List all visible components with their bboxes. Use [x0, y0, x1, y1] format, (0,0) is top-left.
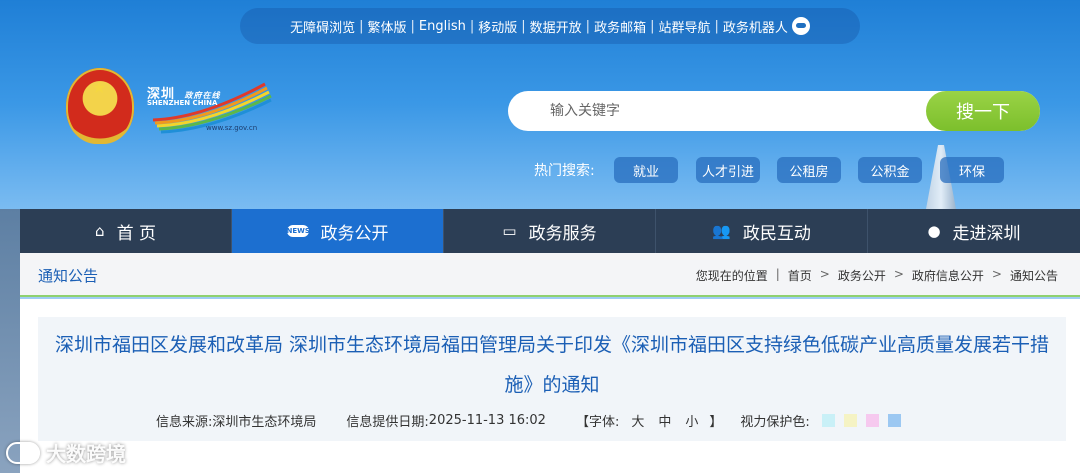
main-nav: ⌂ 首 页 NEWS 政务公开 ▭ 政务服务 👥 政民互动 ● 走进深圳: [20, 209, 1080, 253]
topbar-link-traditional[interactable]: 繁体版: [368, 17, 407, 36]
divider: |: [359, 18, 364, 34]
nav-item-about-shenzhen[interactable]: ● 走进深圳: [868, 209, 1080, 253]
users-icon: 👥: [712, 221, 731, 240]
divider: |: [650, 18, 655, 34]
breadcrumb-separator: >: [819, 267, 830, 281]
breadcrumb: 您现在的位置 | 首页 > 政务公开 > 政府信息公开 > 通知公告: [696, 267, 1058, 284]
nav-item-interaction[interactable]: 👥 政民互动: [656, 209, 868, 253]
breadcrumb-separator: >: [893, 267, 904, 281]
info-icon: ●: [927, 221, 941, 240]
eye-color-blue-swatch[interactable]: [887, 414, 901, 427]
nav-item-label: 政民互动: [742, 223, 811, 244]
article-meta: 信息来源: 深圳市生态环境局 信息提供日期: 2025-11-13 16:02 …: [38, 411, 1066, 430]
article-title: 深圳市福田区发展和改革局 深圳市生态环境局福田管理局关于印发《深圳市福田区支持绿…: [54, 334, 1050, 396]
section-title: 通知公告: [38, 267, 99, 285]
hot-tag-environment[interactable]: 环保: [940, 157, 1004, 183]
hot-tag-talent[interactable]: 人才引进: [696, 157, 760, 183]
page-side-strip: [0, 209, 20, 473]
topbar-link-robot[interactable]: 政务机器人: [723, 17, 788, 36]
nav-item-home[interactable]: ⌂ 首 页: [20, 209, 232, 253]
eye-color-yellow-swatch[interactable]: [843, 414, 857, 427]
monitor-icon: ▭: [502, 221, 517, 240]
search-box: 搜一下: [508, 91, 1040, 131]
article-container: 深圳市福田区发展和改革局 深圳市生态环境局福田管理局关于印发《深圳市福田区支持绿…: [20, 299, 1080, 473]
breadcrumb-separator: |: [775, 267, 780, 281]
source-label: 信息来源:: [156, 415, 213, 430]
breadcrumb-bar: 通知公告 您现在的位置 | 首页 > 政务公开 > 政府信息公开 > 通知公告: [20, 253, 1080, 297]
nav-item-gov-affairs[interactable]: NEWS 政务公开: [232, 209, 444, 253]
watermark: 大数跨境: [6, 438, 126, 467]
date-label: 信息提供日期:: [346, 415, 429, 430]
search-button[interactable]: 搜一下: [926, 91, 1040, 131]
nav-item-label: 走进深圳: [952, 223, 1021, 244]
nav-item-services[interactable]: ▭ 政务服务: [444, 209, 656, 253]
breadcrumb-gov-info[interactable]: 政府信息公开: [912, 267, 984, 284]
search-input[interactable]: [550, 91, 920, 131]
breadcrumb-prefix: 您现在的位置: [695, 269, 768, 283]
top-utility-bar: 无障碍浏览 | 繁体版 | English | 移动版 | 数据开放 | 政务邮…: [240, 8, 860, 44]
divider: |: [714, 18, 719, 34]
topbar-link-site-nav[interactable]: 站群导航: [658, 17, 710, 36]
star-icon: ★: [92, 78, 107, 97]
topbar-link-open-data[interactable]: 数据开放: [530, 17, 582, 36]
nav-item-label: 政务公开: [320, 223, 389, 244]
logo-subtitle: SHENZHEN CHINA: [147, 99, 218, 107]
topbar-link-english[interactable]: English: [419, 19, 466, 34]
topbar-link-mailbox[interactable]: 政务邮箱: [594, 17, 646, 36]
robot-icon[interactable]: [791, 17, 810, 35]
article-header: 深圳市福田区发展和改革局 深圳市生态环境局福田管理局关于印发《深圳市福田区支持绿…: [38, 317, 1066, 441]
source-value: 深圳市生态环境局: [212, 415, 317, 430]
font-size-close: 】: [709, 415, 723, 430]
eye-care-label: 视力保护色:: [740, 415, 810, 430]
nav-item-label: 首 页: [116, 223, 156, 244]
eye-color-pink-swatch[interactable]: [865, 414, 879, 427]
divider: |: [521, 18, 526, 34]
watermark-text: 大数跨境: [46, 442, 126, 466]
breadcrumb-notices[interactable]: 通知公告: [1010, 267, 1058, 284]
hot-tag-public-housing[interactable]: 公租房: [777, 157, 841, 183]
font-small-button[interactable]: 小: [685, 411, 698, 430]
breadcrumb-home[interactable]: 首页: [788, 267, 812, 284]
topbar-link-accessibility[interactable]: 无障碍浏览: [290, 17, 355, 36]
nav-item-label: 政务服务: [528, 223, 597, 244]
font-medium-button[interactable]: 中: [658, 411, 671, 430]
divider: |: [585, 18, 591, 34]
hot-search-label: 热门搜索:: [534, 163, 595, 179]
hot-tag-housing-fund[interactable]: 公积金: [858, 157, 922, 183]
date-value: 2025-11-13 16:02: [428, 413, 546, 428]
hot-tag-jobs[interactable]: 就业: [614, 157, 678, 183]
news-icon: NEWS: [286, 225, 310, 237]
home-icon: ⌂: [95, 221, 105, 240]
divider: |: [410, 18, 415, 34]
breadcrumb-gov-affairs[interactable]: 政务公开: [838, 267, 886, 284]
watermark-logo-icon: [6, 441, 40, 464]
topbar-link-mobile[interactable]: 移动版: [478, 17, 517, 36]
font-size-label: 【字体:: [575, 415, 620, 430]
logo-url: www.sz.gov.cn: [206, 124, 258, 132]
font-large-button[interactable]: 大: [631, 411, 644, 430]
eye-color-cyan-swatch[interactable]: [821, 414, 835, 427]
divider: |: [469, 18, 475, 34]
breadcrumb-separator: >: [991, 267, 1002, 281]
national-emblem-logo: ★: [66, 68, 134, 144]
